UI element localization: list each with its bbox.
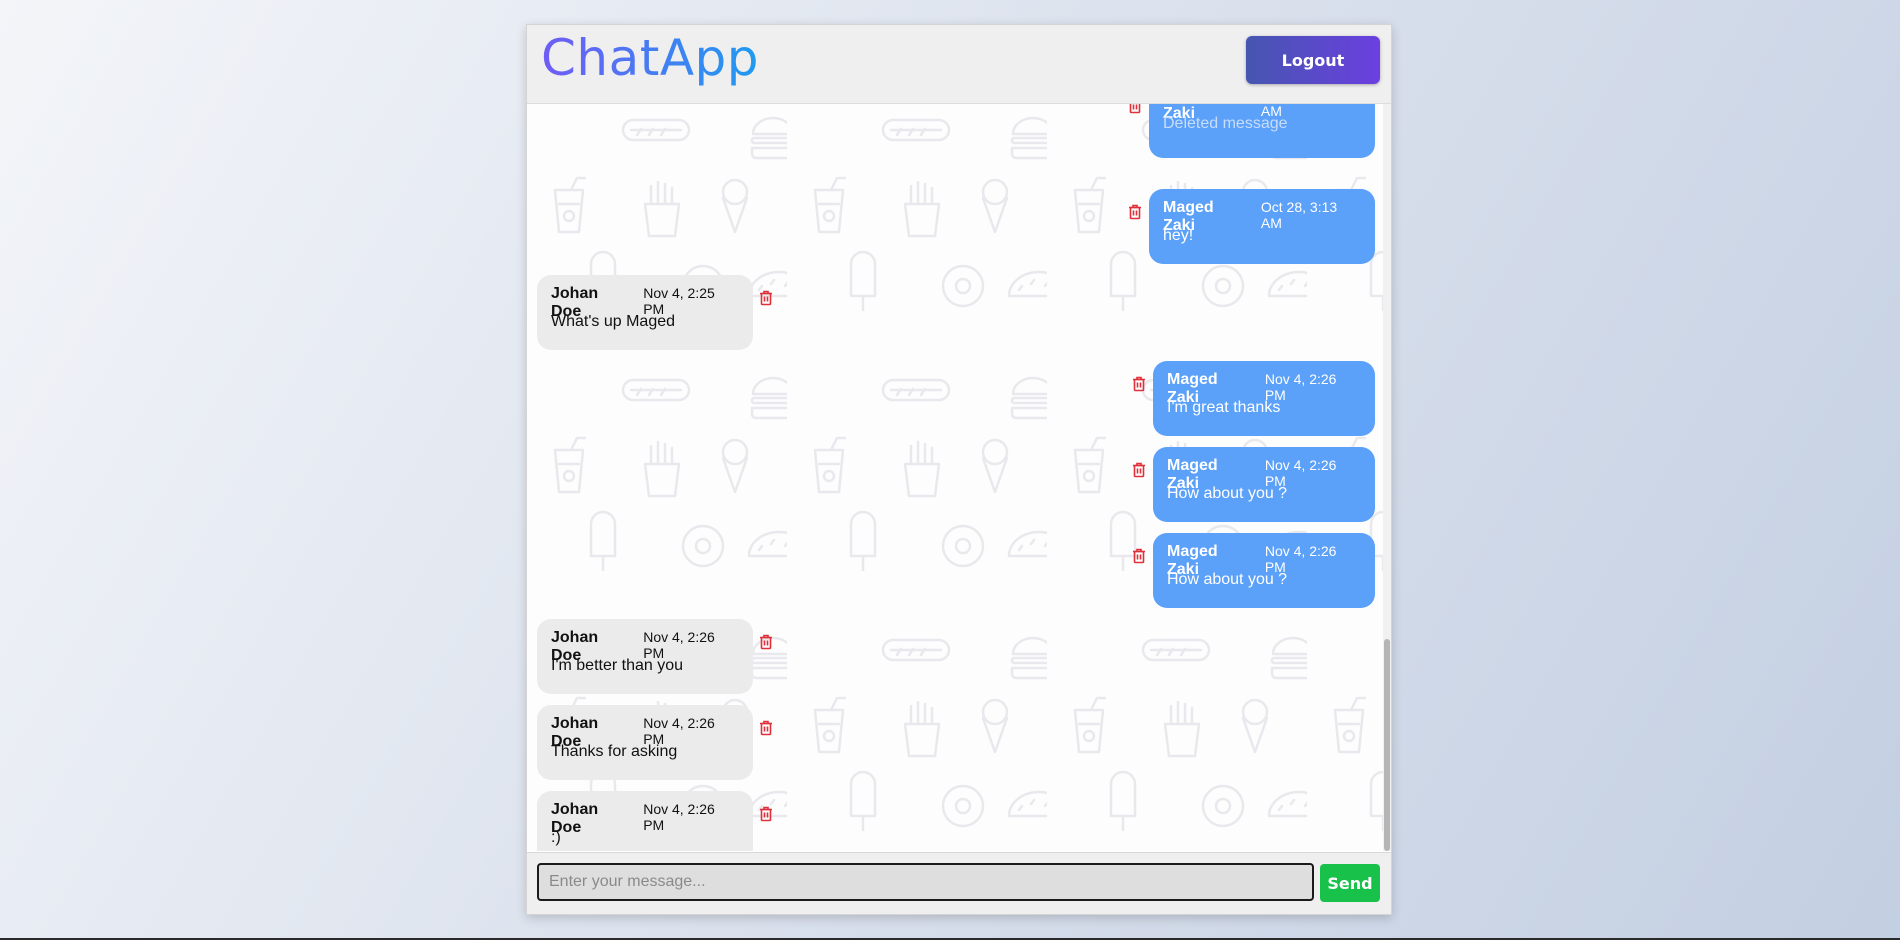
trash-icon[interactable]: [759, 720, 773, 736]
trash-icon[interactable]: [759, 290, 773, 306]
app-header: ChatApp Logout: [527, 25, 1391, 104]
message-incoming: Johan Doe Nov 4, 2:26 PM Thanks for askin…: [537, 705, 753, 780]
message-composer: Send: [527, 852, 1391, 914]
trash-icon[interactable]: [759, 634, 773, 650]
logout-button[interactable]: Logout: [1246, 36, 1380, 84]
message-outgoing: Maged Zaki Nov 4, 2:26 PM How about you ?: [1153, 533, 1375, 608]
message-timestamp: Nov 4, 2:26 PM: [643, 801, 715, 833]
trash-icon[interactable]: [1132, 376, 1146, 392]
message-incoming: Johan Doe Nov 4, 2:26 PM :): [537, 791, 753, 851]
message-incoming: Johan Doe Nov 4, 2:26 PM I'm better than …: [537, 619, 753, 694]
send-button[interactable]: Send: [1320, 864, 1380, 902]
trash-icon[interactable]: [1128, 204, 1142, 220]
message-list-scrollbar[interactable]: [1383, 104, 1391, 851]
message-input[interactable]: [537, 863, 1314, 901]
message-outgoing: Maged Zaki Oct 28, 3:13 AM hey!: [1149, 189, 1375, 264]
app-logo: ChatApp: [541, 29, 760, 87]
chat-app-window: ChatApp Logout Zaki AM Deleted message M…: [526, 24, 1392, 915]
message-outgoing: Maged Zaki Nov 4, 2:26 PM I'm great thank…: [1153, 361, 1375, 436]
trash-icon[interactable]: [759, 806, 773, 822]
trash-icon[interactable]: [1132, 548, 1146, 564]
message-author: Johan Doe: [551, 801, 599, 836]
message-incoming: Johan Doe Nov 4, 2:25 PM What's up Maged: [537, 275, 753, 350]
message-outgoing: Maged ZakiOct 28, 3:13 AM Deleted messag…: [1149, 104, 1375, 158]
message-list[interactable]: Maged ZakiOct 28, 3:13 AM Deleted messag…: [527, 104, 1391, 851]
message-timestamp: Oct 28, 3:13 AM: [1260, 199, 1338, 231]
message-outgoing: Maged Zaki Nov 4, 2:26 PM How about you ?: [1153, 447, 1375, 522]
trash-icon[interactable]: [1132, 462, 1146, 478]
scrollbar-thumb[interactable]: [1384, 639, 1390, 851]
trash-icon[interactable]: [1128, 104, 1142, 114]
